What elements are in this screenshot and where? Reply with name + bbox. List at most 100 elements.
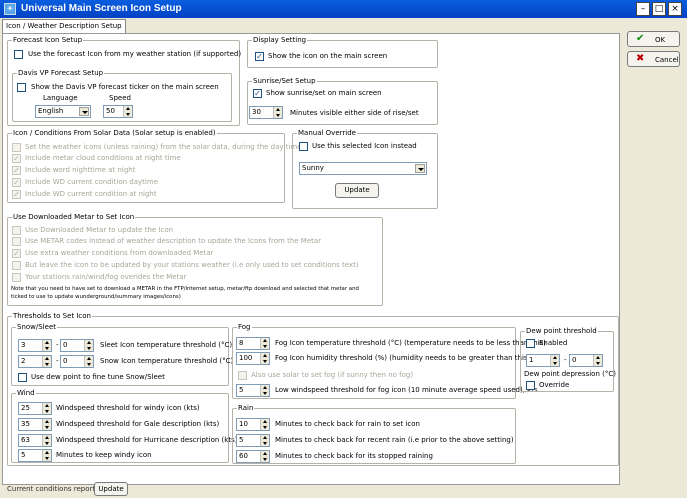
spin-arrows-icon[interactable]	[260, 338, 269, 349]
cancel-button[interactable]: ✖ Cancel	[627, 51, 680, 67]
rain-minutes-spinner[interactable]: 5	[236, 434, 270, 447]
fog-humidity-value: 100	[239, 354, 253, 362]
spin-arrows-icon[interactable]	[260, 435, 269, 446]
fog-humidity-label: Fog Icon humidity threshold (%) (humidit…	[275, 354, 531, 362]
spin-arrows-icon[interactable]	[84, 340, 93, 351]
solar-item-checkbox[interactable]: ✓	[12, 190, 21, 199]
solar-item-checkbox[interactable]: ✓	[12, 154, 21, 163]
sunrise-minutes-label: Minutes visible either side of rise/set	[290, 109, 419, 117]
dew-override-checkbox[interactable]	[526, 381, 535, 390]
metar-item-checkbox[interactable]	[12, 273, 21, 282]
group-label: Dew point threshold	[525, 327, 598, 336]
metar-item-label: Use Downloaded Metar to update the Icon	[25, 226, 174, 234]
spin-arrows-icon[interactable]	[260, 353, 269, 364]
dew-b-spinner[interactable]: 0	[569, 354, 603, 367]
show-icon-label: Show the icon on the main screen	[268, 52, 388, 60]
sleet-threshold-b-value: 0	[63, 341, 68, 349]
wind-threshold-spinner[interactable]: 35	[18, 418, 52, 431]
forecast-icon-setup-group: Forecast Icon Setup Use the forecast Ico…	[7, 36, 241, 126]
spin-arrows-icon[interactable]	[42, 340, 51, 351]
chevron-down-icon[interactable]	[79, 107, 89, 116]
spin-arrows-icon[interactable]	[42, 403, 51, 414]
spin-arrows-icon[interactable]	[84, 356, 93, 367]
dew-depression-label: Dew point depression (°C)	[524, 370, 616, 378]
ok-button[interactable]: ✔ OK	[627, 31, 680, 47]
group-label: Davis VP Forecast Setup	[17, 69, 105, 78]
davis-ticker-checkbox[interactable]	[17, 83, 26, 92]
metar-item-label: But leave the icon to be updated by your…	[25, 261, 359, 269]
metar-item-label: Use METAR codes instead of weather descr…	[25, 237, 322, 245]
snow-threshold-b-spinner[interactable]: 0	[60, 355, 94, 368]
rain-minutes-value: 60	[239, 452, 248, 460]
show-icon-checkbox[interactable]: ✓	[255, 52, 264, 61]
dew-b-value: 0	[572, 356, 577, 364]
wind-threshold-spinner[interactable]: 5	[18, 449, 52, 462]
snow-threshold-a-spinner[interactable]: 2	[18, 355, 52, 368]
language-select[interactable]: English	[35, 105, 91, 118]
thresholds-group: Thresholds to Set Icon Snow/Sleet 3 - 0 …	[7, 312, 619, 466]
spin-arrows-icon[interactable]	[550, 355, 559, 366]
dew-a-spinner[interactable]: 1	[526, 354, 560, 367]
minimize-button[interactable]: –	[636, 2, 650, 16]
speed-spinner[interactable]: 50	[103, 105, 133, 118]
wind-threshold-label: Windspeed threshold for Hurricane descri…	[56, 436, 238, 444]
display-setting-group: Display Setting ✓ Show the icon on the m…	[247, 36, 438, 68]
dew-enabled-label: Enabled	[539, 339, 568, 347]
spin-arrows-icon[interactable]	[42, 450, 51, 461]
fog-low-wind-spinner[interactable]: 5	[236, 384, 270, 397]
tab-icon-weather-description-setup[interactable]: Icon / Weather Description Setup	[2, 19, 126, 33]
metar-note: Note that you need to have set to downlo…	[11, 286, 359, 300]
sleet-threshold-a-spinner[interactable]: 3	[18, 339, 52, 352]
wind-threshold-spinner[interactable]: 63	[18, 434, 52, 447]
override-update-button[interactable]: Update	[335, 183, 379, 198]
wind-threshold-spinner[interactable]: 25	[18, 402, 52, 415]
spin-arrows-icon[interactable]	[42, 435, 51, 446]
maximize-button[interactable]: □	[652, 2, 666, 16]
wind-threshold-value: 25	[21, 404, 30, 412]
davis-ticker-label: Show the Davis VP forecast ticker on the…	[31, 83, 219, 91]
group-label: Manual Override	[297, 129, 357, 138]
spin-arrows-icon[interactable]	[260, 451, 269, 462]
override-icon-select[interactable]: Sunny	[299, 162, 427, 175]
spin-arrows-icon[interactable]	[123, 106, 132, 117]
chevron-down-icon[interactable]	[415, 164, 425, 173]
spin-arrows-icon[interactable]	[42, 356, 51, 367]
metar-item-checkbox[interactable]	[12, 261, 21, 270]
cancel-label: Cancel	[655, 56, 679, 64]
sleet-threshold-b-spinner[interactable]: 0	[60, 339, 94, 352]
show-sunrise-checkbox[interactable]: ✓	[253, 89, 262, 98]
tab-strip: Icon / Weather Description Setup	[0, 18, 687, 33]
check-icon: ✔	[636, 33, 645, 44]
override-icon-value: Sunny	[302, 164, 324, 172]
sunrise-minutes-spinner[interactable]: 30	[249, 106, 283, 119]
close-window-button[interactable]: ×	[668, 2, 682, 16]
rain-minutes-value: 10	[239, 420, 248, 428]
wind-threshold-label: Windspeed threshold for windy icon (kts)	[56, 404, 200, 412]
spin-arrows-icon[interactable]	[260, 419, 269, 430]
spin-arrows-icon[interactable]	[273, 107, 282, 118]
spin-arrows-icon[interactable]	[260, 385, 269, 396]
dew-snow-checkbox[interactable]	[18, 373, 27, 382]
solar-item-checkbox[interactable]	[12, 143, 21, 152]
fog-low-wind-label: Low windspeed threshold for fog icon (10…	[275, 386, 538, 394]
solar-item-checkbox[interactable]: ✓	[12, 178, 21, 187]
footer-update-button[interactable]: Update	[94, 482, 128, 496]
metar-item-checkbox[interactable]: ✓	[12, 249, 21, 258]
spin-arrows-icon[interactable]	[593, 355, 602, 366]
app-icon: ☀	[4, 3, 16, 15]
rain-minutes-spinner[interactable]: 60	[236, 450, 270, 463]
metar-item-checkbox[interactable]	[12, 237, 21, 246]
solar-item-checkbox[interactable]: ✓	[12, 166, 21, 175]
rain-minutes-spinner[interactable]: 10	[236, 418, 270, 431]
manual-override-checkbox[interactable]	[299, 142, 308, 151]
language-value: English	[38, 107, 64, 115]
fog-temp-spinner[interactable]: 8	[236, 337, 270, 350]
fog-low-wind-value: 5	[239, 386, 244, 394]
tab-content-panel: Forecast Icon Setup Use the forecast Ico…	[2, 33, 620, 485]
fog-humidity-spinner[interactable]: 100	[236, 352, 270, 365]
spin-arrows-icon[interactable]	[42, 419, 51, 430]
dew-enabled-checkbox[interactable]	[526, 339, 535, 348]
fog-solar-checkbox[interactable]	[238, 371, 247, 380]
use-station-forecast-checkbox[interactable]	[14, 50, 23, 59]
metar-item-checkbox[interactable]	[12, 226, 21, 235]
